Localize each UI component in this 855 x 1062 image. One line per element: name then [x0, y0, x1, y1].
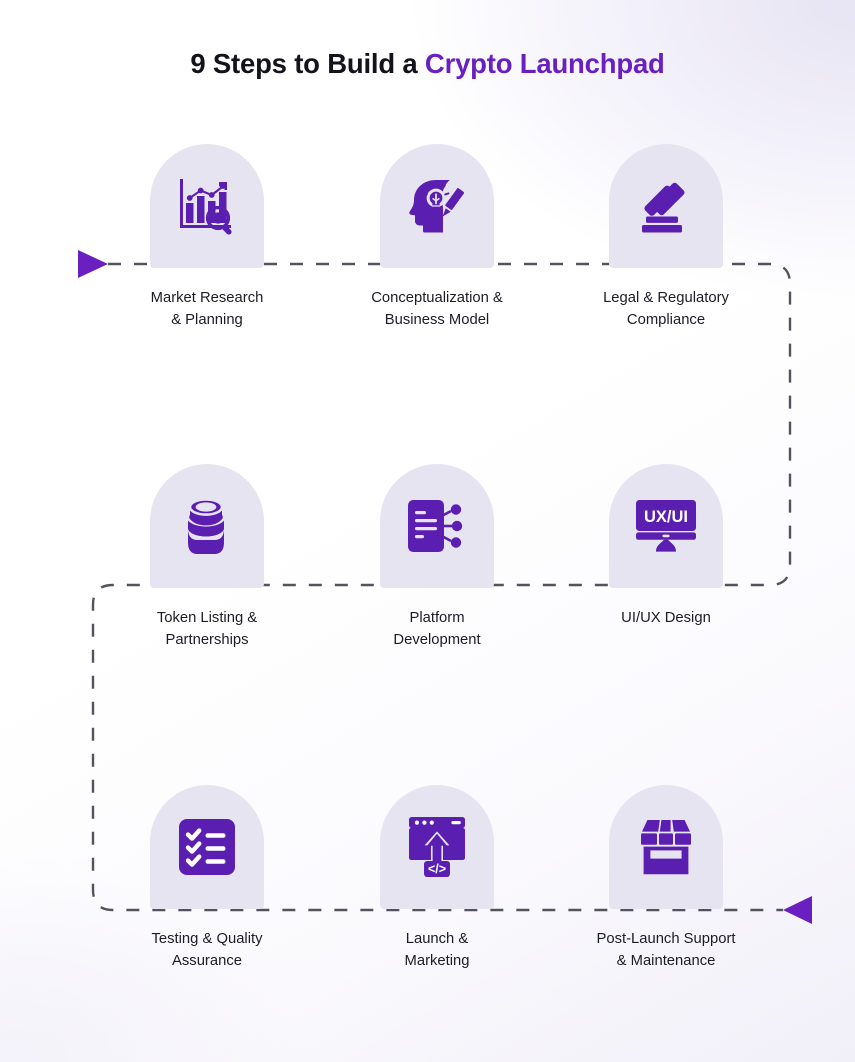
step-icon-tile [609, 144, 723, 268]
step-conceptualization[interactable]: Conceptualization & Business Model [322, 144, 552, 331]
gavel-icon [642, 182, 685, 233]
step-label: Conceptualization & Business Model [371, 290, 503, 328]
step-label: UI/UX Design [621, 610, 711, 626]
step-platform-development[interactable]: Platform Development [322, 464, 552, 651]
step-label: Market Research & Planning [150, 290, 264, 328]
checklist-icon [179, 819, 235, 875]
browser-upload-code-icon: </> [409, 817, 465, 877]
monitor-icon-text: UX/UI [644, 508, 688, 526]
step-icon-tile [150, 464, 264, 588]
step-token-listing[interactable]: Token Listing & Partnerships [92, 464, 322, 651]
step-post-launch-support[interactable]: Post-Launch Support & Maintenance [551, 785, 781, 972]
step-legal-compliance[interactable]: Legal & Regulatory Compliance [551, 144, 781, 331]
step-icon-tile [609, 785, 723, 909]
step-label: Legal & Regulatory Compliance [603, 290, 729, 328]
document-network-icon [408, 500, 463, 552]
step-label: Platform Development [393, 610, 481, 648]
storefront-icon [641, 820, 691, 875]
step-icon-tile [150, 785, 264, 909]
step-icon-tile [380, 144, 494, 268]
step-icon-tile [380, 464, 494, 588]
stacked-coins-icon [186, 498, 226, 554]
step-label: Post-Launch Support & Maintenance [596, 931, 736, 969]
steps-grid: Market Research & Planning Conceptualiza… [0, 0, 855, 1062]
step-label: Token Listing & Partnerships [156, 610, 258, 648]
step-icon-tile [150, 144, 264, 268]
monitor-uxui-icon: UX/UI [636, 500, 696, 552]
step-testing-qa[interactable]: Testing & Quality Assurance [92, 785, 322, 972]
step-label: Launch & Marketing [404, 931, 470, 969]
infographic-canvas: 9 Steps to Build a Crypto Launchpad Mark… [0, 0, 855, 1062]
step-icon-tile: UX/UI [609, 464, 723, 588]
step-uiux-design[interactable]: UX/UI UI/UX Design [551, 464, 781, 630]
head-lightbulb-pencil-icon [409, 180, 465, 233]
code-tag-icon-text: </> [428, 862, 446, 876]
step-icon-tile: </> [380, 785, 494, 909]
step-launch-marketing[interactable]: </> Launch & Marketing [322, 785, 552, 972]
bar-chart-magnifier-icon [180, 179, 232, 235]
step-market-research[interactable]: Market Research & Planning [92, 144, 322, 331]
step-label: Testing & Quality Assurance [151, 931, 263, 969]
